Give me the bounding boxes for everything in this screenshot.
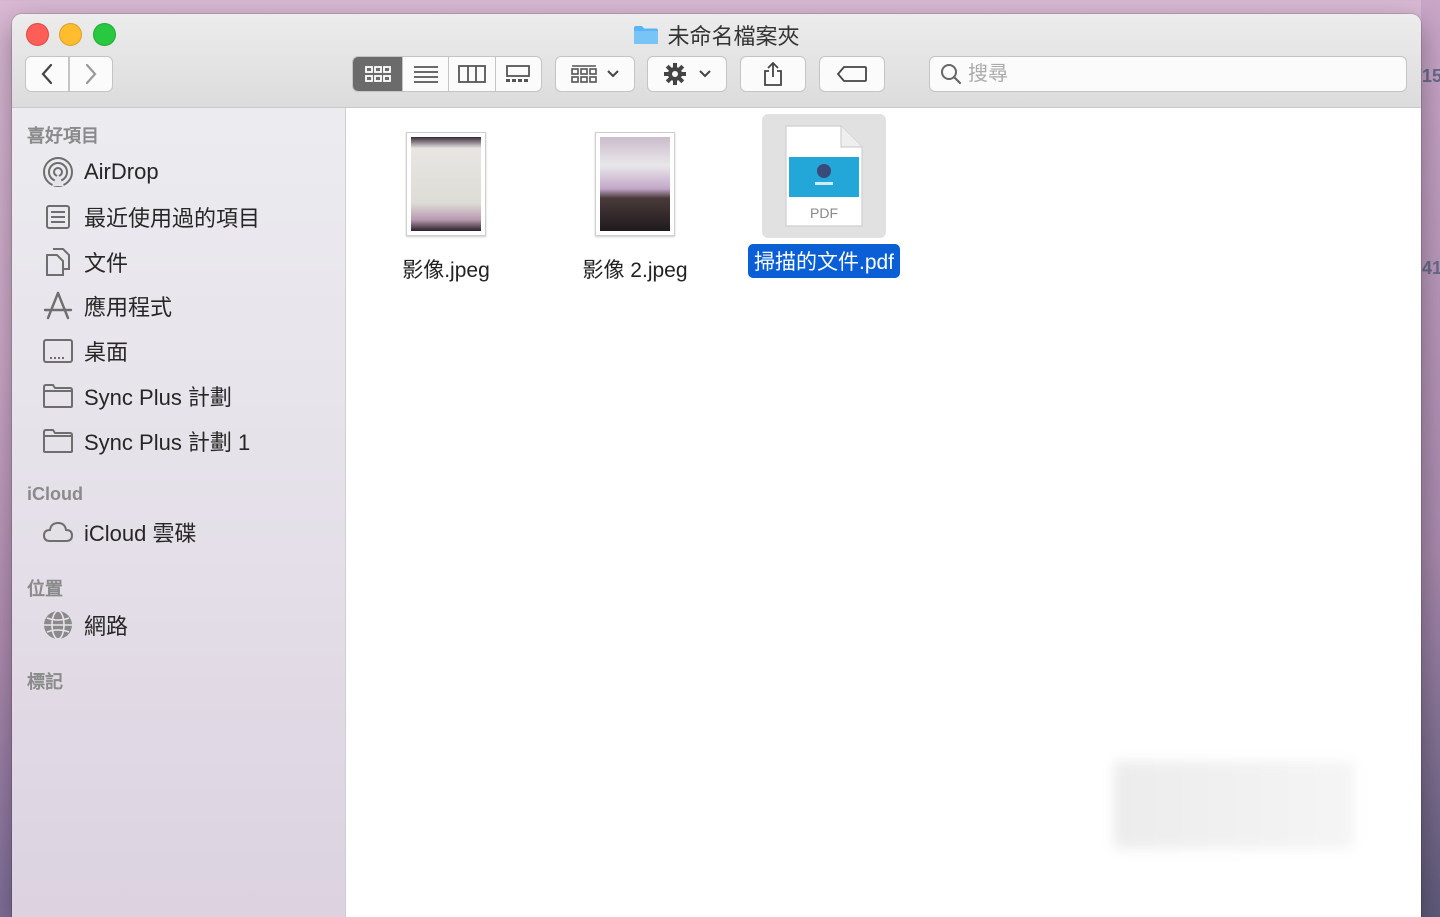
sidebar-item-label: 桌面 [84, 340, 129, 365]
file-name: 影像 2.jpeg [582, 259, 688, 282]
folder-icon [42, 425, 74, 457]
desktop-background-edge [1421, 0, 1440, 917]
window-title-text: 未命名檔案夾 [667, 24, 800, 49]
file-name[interactable]: 掃描的文件.pdf [747, 244, 901, 278]
list-view-button[interactable] [403, 57, 450, 91]
sidebar-item-label: Sync Plus 計劃 [84, 385, 232, 410]
file-thumbnail-wrap [384, 122, 508, 246]
column-view-button[interactable] [449, 57, 496, 91]
jpeg-thumbnail [595, 132, 675, 236]
chevron-left-icon [41, 63, 53, 85]
sidebar-item-label: 網路 [84, 614, 129, 639]
sidebar-item-label: Sync Plus 計劃 1 [84, 430, 251, 455]
sidebar-section-favorites: 喜好項目 [27, 126, 99, 146]
file-item-selected[interactable]: PDF 掃描的文件.pdf [747, 114, 901, 278]
sidebar-section-locations: 位置 [27, 579, 63, 599]
cloud-icon [42, 516, 74, 548]
finder-window: 未命名檔案夾 搜尋 喜好項目 AirDrop 最近使用過的項目 文件 應用程式 … [12, 14, 1421, 917]
file-name: 影像.jpeg [402, 259, 490, 282]
sidebar-item-sync-plus[interactable]: Sync Plus 計劃 [42, 378, 232, 414]
window-title: 未命名檔案夾 [12, 19, 1421, 51]
search-input[interactable] [962, 61, 1390, 87]
sidebar-item-recents[interactable]: 最近使用過的項目 [42, 199, 260, 235]
back-button[interactable] [25, 56, 69, 92]
chevron-down-icon [607, 70, 619, 78]
file-thumbnail-wrap [573, 122, 697, 246]
sidebar-item-network[interactable]: 網路 [42, 607, 128, 643]
icon-view-button[interactable] [353, 57, 404, 91]
desktop-edge-text: 41 [1422, 258, 1440, 278]
file-item[interactable]: 影像 2.jpeg [573, 122, 697, 286]
search-icon [940, 63, 962, 85]
action-button[interactable] [647, 56, 727, 92]
pdf-document-icon: PDF [785, 125, 863, 227]
sidebar-item-label: 應用程式 [84, 295, 173, 320]
group-grid-icon [571, 65, 597, 83]
sidebar-item-label: 最近使用過的項目 [84, 206, 261, 231]
gear-icon [664, 63, 686, 85]
jpeg-thumbnail [406, 132, 486, 236]
sidebar: 喜好項目 AirDrop 最近使用過的項目 文件 應用程式 桌面 Sync Pl… [12, 108, 346, 917]
sidebar-item-sync-plus-1[interactable]: Sync Plus 計劃 1 [42, 423, 250, 459]
view-mode-control [352, 56, 542, 92]
sidebar-item-icloud-drive[interactable]: iCloud 雲碟 [42, 514, 196, 550]
titlebar: 未命名檔案夾 [12, 14, 1421, 108]
documents-icon [42, 246, 74, 278]
sidebar-item-label: AirDrop [84, 159, 159, 184]
tag-button[interactable] [819, 56, 885, 92]
applications-icon [42, 290, 74, 322]
list-view-icon [413, 66, 438, 83]
column-view-icon [458, 65, 486, 83]
sidebar-section-tags: 標記 [27, 672, 63, 692]
file-item[interactable]: 影像.jpeg [384, 122, 508, 286]
chevron-down-icon [699, 70, 711, 78]
share-button[interactable] [740, 56, 806, 92]
chevron-right-icon [85, 63, 97, 85]
gallery-view-icon [506, 65, 531, 82]
gallery-view-button[interactable] [496, 57, 541, 91]
sidebar-item-label: 文件 [84, 251, 129, 276]
airdrop-icon [42, 156, 74, 188]
pdf-badge: PDF [810, 205, 838, 221]
sidebar-item-label: iCloud 雲碟 [84, 521, 197, 546]
sidebar-item-applications[interactable]: 應用程式 [42, 288, 172, 324]
desktop-edge-text: 15 [1422, 66, 1440, 86]
file-thumbnail-wrap: PDF [762, 114, 886, 238]
forward-button[interactable] [69, 56, 113, 92]
sidebar-section-icloud: iCloud [27, 484, 83, 504]
search-field[interactable] [929, 56, 1407, 92]
share-icon [764, 61, 782, 86]
folder-icon [42, 380, 74, 412]
icon-view-icon [364, 66, 391, 82]
network-icon [42, 609, 74, 641]
blurred-overlay [1114, 761, 1354, 849]
sidebar-item-documents[interactable]: 文件 [42, 244, 128, 280]
sidebar-item-desktop[interactable]: 桌面 [42, 333, 128, 369]
folder-icon [633, 25, 659, 45]
recents-icon [42, 201, 74, 233]
sidebar-item-airdrop[interactable]: AirDrop [42, 154, 159, 190]
group-by-button[interactable] [555, 56, 635, 92]
desktop-icon [42, 335, 74, 367]
tag-icon [836, 66, 867, 82]
